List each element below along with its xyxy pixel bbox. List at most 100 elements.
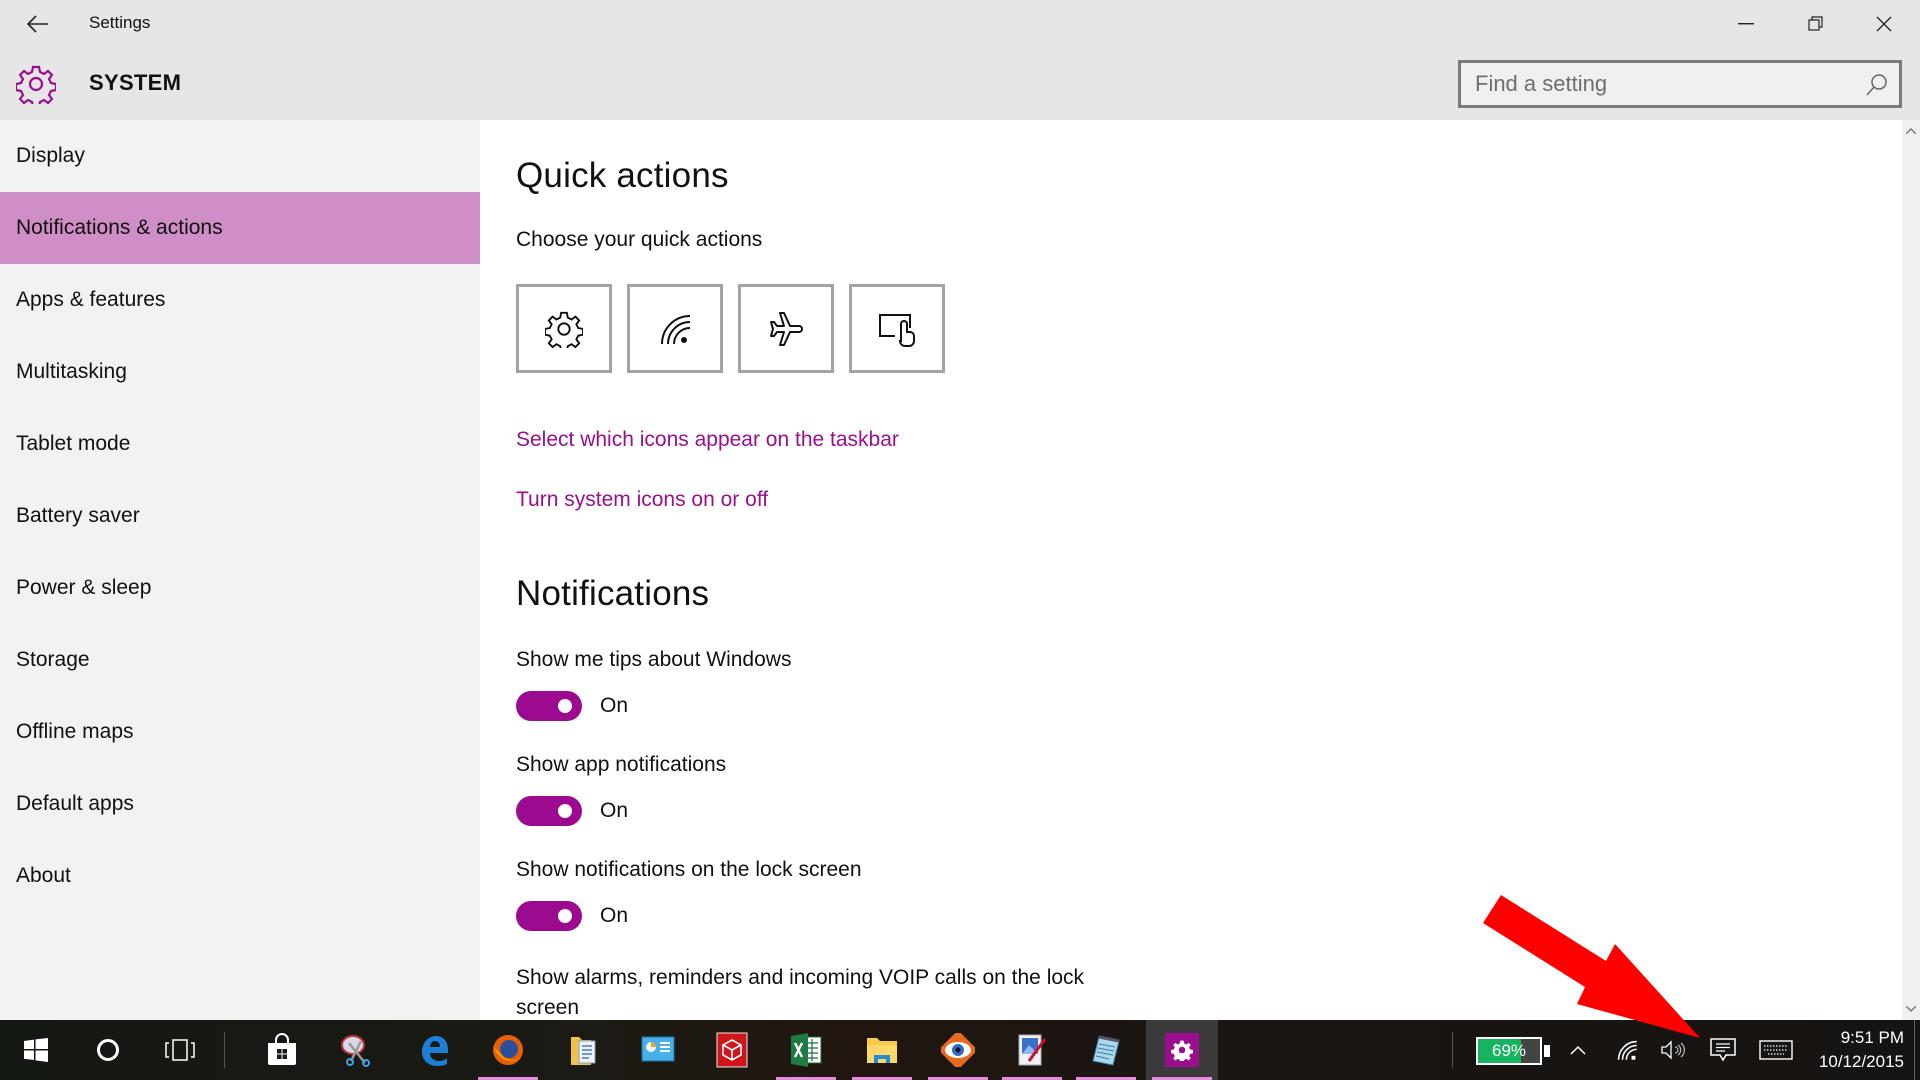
tray-action-center[interactable] bbox=[1706, 1020, 1740, 1080]
taskbar-app-file-manager[interactable] bbox=[548, 1020, 620, 1080]
taskbar-app-store[interactable] bbox=[246, 1020, 318, 1080]
link-system-icons-toggle[interactable]: Turn system icons on or off bbox=[516, 488, 768, 512]
sidebar-item-apps-features[interactable]: Apps & features bbox=[0, 264, 480, 336]
setting-label-app-notifications: Show app notifications bbox=[516, 753, 727, 776]
quick-actions-heading: Quick actions bbox=[516, 156, 729, 195]
taskbar-app-settings[interactable] bbox=[1146, 1020, 1218, 1080]
app-title: Settings bbox=[89, 13, 151, 32]
sidebar-item-battery-saver[interactable]: Battery saver bbox=[0, 480, 480, 552]
restore-button[interactable] bbox=[1784, 0, 1848, 48]
windows-start-icon bbox=[24, 1038, 48, 1062]
taskbar-app-3d-builder[interactable] bbox=[696, 1020, 768, 1080]
tips-toggle[interactable] bbox=[516, 691, 582, 721]
clock-date: 10/12/2015 bbox=[1818, 1052, 1904, 1071]
close-button[interactable] bbox=[1852, 0, 1916, 48]
sidebar-item-notifications-actions[interactable]: Notifications & actions bbox=[0, 192, 480, 264]
taskbar-cortana[interactable] bbox=[72, 1020, 144, 1080]
taskbar-app-snipping-tool[interactable] bbox=[320, 1020, 392, 1080]
sidebar-item-label: Default apps bbox=[16, 792, 134, 815]
firefox-icon bbox=[493, 1035, 523, 1065]
sidebar-item-label: Storage bbox=[16, 648, 90, 671]
sidebar-item-label: Display bbox=[16, 144, 85, 167]
gear-icon bbox=[1171, 1040, 1193, 1061]
taskbar-app-control-panel[interactable] bbox=[622, 1020, 694, 1080]
minimize-button[interactable] bbox=[1714, 0, 1778, 48]
search-box[interactable] bbox=[1458, 60, 1902, 108]
tray-volume[interactable] bbox=[1656, 1020, 1690, 1080]
show-desktop-button[interactable] bbox=[1914, 1020, 1920, 1080]
notifications-heading: Notifications bbox=[516, 574, 710, 613]
clock-time: 9:51 PM bbox=[1840, 1028, 1904, 1047]
store-bag-icon bbox=[268, 1033, 296, 1065]
search-icon[interactable] bbox=[1865, 73, 1889, 97]
taskbar-task-view[interactable] bbox=[144, 1020, 216, 1080]
link-select-taskbar-icons[interactable]: Select which icons appear on the taskbar bbox=[516, 428, 899, 452]
sidebar-item-label: Power & sleep bbox=[16, 576, 152, 599]
sidebar-item-label: Battery saver bbox=[16, 504, 140, 527]
excel-icon bbox=[791, 1033, 822, 1067]
quick-action-tablet-mode[interactable] bbox=[849, 284, 945, 373]
chevron-down-icon bbox=[1906, 1006, 1916, 1012]
sidebar-item-tablet-mode[interactable]: Tablet mode bbox=[0, 408, 480, 480]
scroll-up-button[interactable] bbox=[1902, 122, 1920, 140]
action-center-icon bbox=[1710, 1038, 1736, 1062]
setting-label-lock-screen: Show notifications on the lock screen bbox=[516, 858, 862, 881]
battery-indicator[interactable]: 69% bbox=[1476, 1037, 1542, 1065]
sidebar-item-display[interactable]: Display bbox=[0, 120, 480, 192]
scissors-icon bbox=[341, 1035, 370, 1067]
chevron-up-icon bbox=[1570, 1045, 1586, 1055]
quick-action-airplane-mode[interactable] bbox=[738, 284, 834, 373]
taskbar-app-excel[interactable] bbox=[770, 1020, 842, 1080]
taskbar-app-firefox[interactable] bbox=[472, 1020, 544, 1080]
setting-row-app-notifications: On bbox=[516, 796, 628, 826]
quick-action-network[interactable] bbox=[627, 284, 723, 373]
toggle-knob bbox=[558, 699, 572, 713]
control-panel-icon bbox=[641, 1036, 675, 1062]
taskbar-clock[interactable]: 9:51 PM 10/12/2015 bbox=[1804, 1020, 1904, 1080]
taskbar-app-file-explorer[interactable] bbox=[846, 1020, 918, 1080]
airplane-icon bbox=[770, 311, 803, 346]
gear-icon bbox=[545, 311, 583, 348]
taskbar-app-faststone[interactable] bbox=[922, 1020, 994, 1080]
taskbar-app-notepad[interactable] bbox=[1070, 1020, 1142, 1080]
paint-icon bbox=[1018, 1034, 1047, 1066]
tray-show-hidden-icons[interactable] bbox=[1562, 1020, 1594, 1080]
setting-row-tips: On bbox=[516, 691, 628, 721]
close-icon bbox=[1876, 16, 1892, 32]
search-input[interactable] bbox=[1475, 69, 1845, 99]
sidebar-item-offline-maps[interactable]: Offline maps bbox=[0, 696, 480, 768]
vertical-scrollbar[interactable] bbox=[1902, 120, 1920, 1020]
title-bar: Settings SYSTEM bbox=[0, 0, 1920, 120]
scroll-down-button[interactable] bbox=[1902, 1000, 1920, 1018]
quick-action-all-settings[interactable] bbox=[516, 284, 612, 373]
sidebar: Display Notifications & actions Apps & f… bbox=[0, 120, 480, 1020]
toggle-state-label: On bbox=[600, 904, 629, 927]
taskbar-start[interactable] bbox=[0, 1020, 72, 1080]
documents-folder-icon bbox=[571, 1037, 596, 1065]
tablet-mode-icon bbox=[879, 313, 915, 347]
edge-e-icon bbox=[422, 1036, 448, 1066]
app-notifications-toggle[interactable] bbox=[516, 796, 582, 826]
sidebar-item-power-sleep[interactable]: Power & sleep bbox=[0, 552, 480, 624]
sidebar-item-storage[interactable]: Storage bbox=[0, 624, 480, 696]
tray-touch-keyboard[interactable] bbox=[1756, 1020, 1796, 1080]
back-button[interactable] bbox=[18, 6, 58, 42]
sidebar-item-default-apps[interactable]: Default apps bbox=[0, 768, 480, 840]
taskbar-app-paint[interactable] bbox=[996, 1020, 1068, 1080]
sidebar-item-label: About bbox=[16, 864, 71, 887]
notepad-icon bbox=[1092, 1035, 1120, 1066]
toggle-knob bbox=[558, 804, 572, 818]
battery-nub bbox=[1544, 1045, 1550, 1057]
sidebar-item-multitasking[interactable]: Multitasking bbox=[0, 336, 480, 408]
tray-network[interactable] bbox=[1610, 1020, 1644, 1080]
taskbar-separator bbox=[1452, 1032, 1453, 1068]
lock-screen-notifications-toggle[interactable] bbox=[516, 901, 582, 931]
sidebar-item-about[interactable]: About bbox=[0, 840, 480, 912]
task-view-icon bbox=[165, 1039, 195, 1061]
folder-icon bbox=[867, 1038, 897, 1063]
minimize-icon bbox=[1738, 23, 1754, 25]
setting-row-lock-screen: On bbox=[516, 901, 628, 931]
settings-app-tile bbox=[1165, 1033, 1199, 1067]
wifi-icon bbox=[1617, 1040, 1637, 1060]
taskbar-app-edge[interactable] bbox=[398, 1020, 470, 1080]
